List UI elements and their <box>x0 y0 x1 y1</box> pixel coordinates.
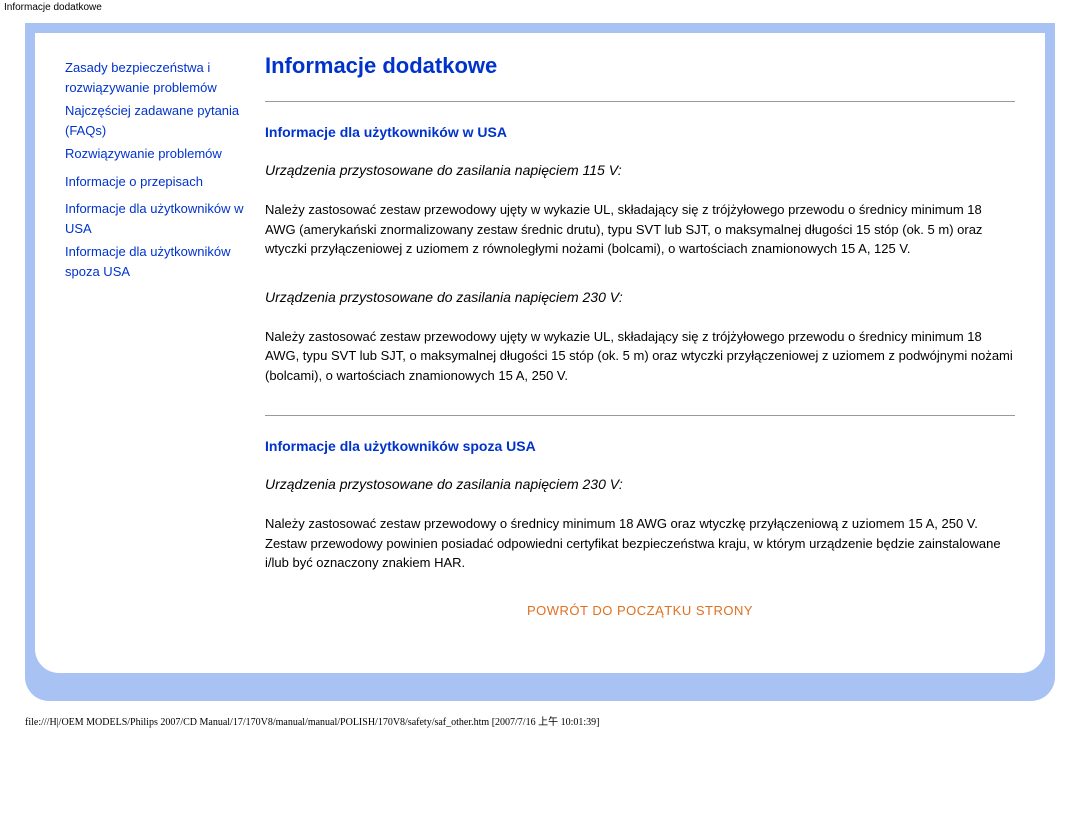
body-text-230v-nonusa: Należy zastosować zestaw przewodowy o śr… <box>265 514 1015 573</box>
subheading-230v-nonusa: Urządzenia przystosowane do zasilania na… <box>265 476 1015 492</box>
sidebar-link-faqs[interactable]: Najczęściej zadawane pytania (FAQs) <box>65 101 250 140</box>
subheading-230v-usa: Urządzenia przystosowane do zasilania na… <box>265 289 1015 305</box>
sidebar: Zasady bezpieczeństwa i rozwiązywanie pr… <box>65 53 250 618</box>
subheading-115v: Urządzenia przystosowane do zasilania na… <box>265 162 1015 178</box>
divider <box>265 101 1015 102</box>
back-to-top-link[interactable]: POWRÓT DO POCZĄTKU STRONY <box>265 603 1015 618</box>
page-title: Informacje dodatkowe <box>265 53 1015 79</box>
footer-file-path: file:///H|/OEM MODELS/Philips 2007/CD Ma… <box>0 701 1080 740</box>
section-heading-nonusa: Informacje dla użytkowników spoza USA <box>265 438 1015 454</box>
inner-page: Zasady bezpieczeństwa i rozwiązywanie pr… <box>35 33 1045 673</box>
sidebar-link-troubleshoot[interactable]: Rozwiązywanie problemów <box>65 144 250 164</box>
body-text-230v-usa: Należy zastosować zestaw przewodowy ujęt… <box>265 327 1015 386</box>
section-heading-usa: Informacje dla użytkowników w USA <box>265 124 1015 140</box>
sidebar-link-usa-users[interactable]: Informacje dla użytkowników w USA <box>65 199 250 238</box>
sidebar-link-nonusa-users[interactable]: Informacje dla użytkowników spoza USA <box>65 242 250 281</box>
sidebar-link-regulations[interactable]: Informacje o przepisach <box>65 172 250 192</box>
divider <box>265 415 1015 416</box>
body-text-115v: Należy zastosować zestaw przewodowy ujęt… <box>265 200 1015 259</box>
outer-frame: Zasady bezpieczeństwa i rozwiązywanie pr… <box>25 23 1055 701</box>
window-title: Informacje dodatkowe <box>0 0 1080 15</box>
main-content: Informacje dodatkowe Informacje dla użyt… <box>250 53 1015 618</box>
sidebar-link-safety[interactable]: Zasady bezpieczeństwa i rozwiązywanie pr… <box>65 58 250 97</box>
